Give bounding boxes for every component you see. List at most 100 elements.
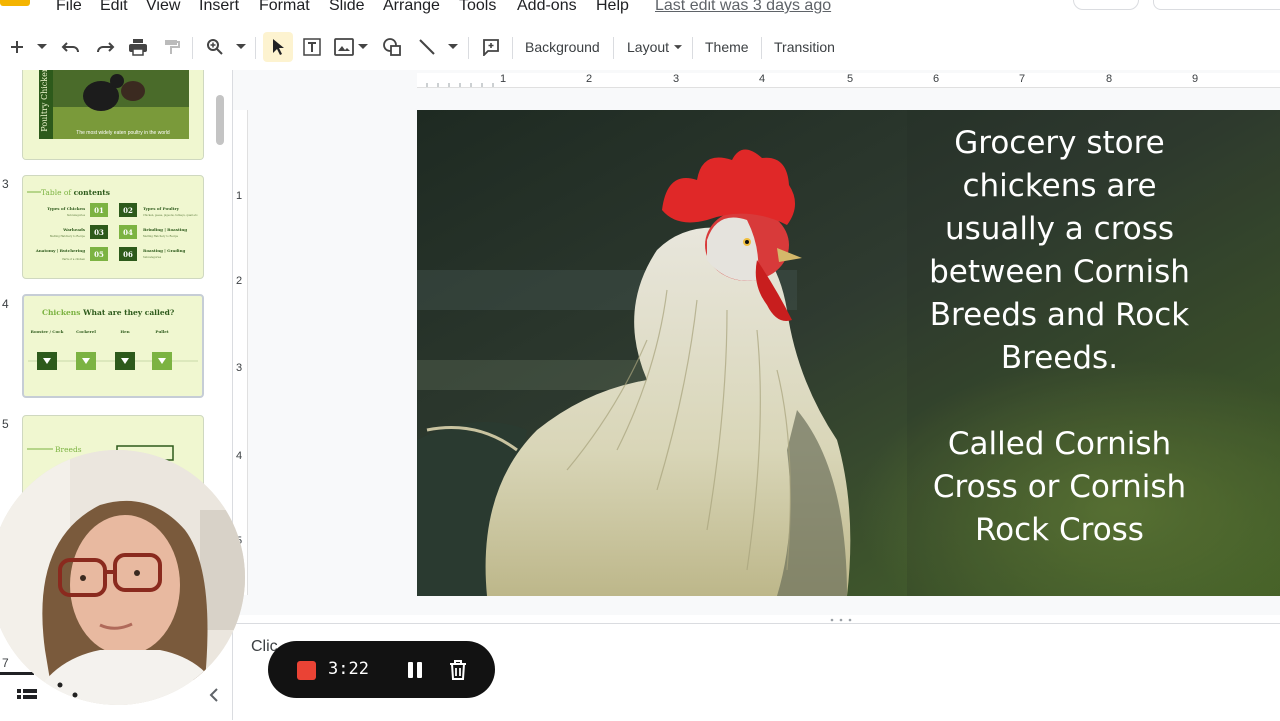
line-icon[interactable] [414,34,440,60]
thumb4-item-1: Rooster / Cock [31,329,64,334]
stop-recording-button[interactable] [297,661,316,680]
notes-resize-handle-icon[interactable] [828,617,854,623]
thumb4-title-rest: What are they called? [80,308,174,317]
slide-number-5: 5 [2,417,9,431]
menu-edit[interactable]: Edit [100,0,128,15]
menu-addons[interactable]: Add-ons [517,0,577,15]
comment-icon[interactable] [478,34,504,60]
background-button[interactable]: Background [525,39,600,55]
menu-view[interactable]: View [146,0,180,15]
layout-dropdown-chevron-icon[interactable] [672,39,684,55]
thumb3-item-2: Types of Poultry [143,206,180,211]
slide-7-indicator [0,672,34,675]
webcam-overlay [0,450,245,705]
thumb3-item-4-sub: Melting Hatchery to Recipe [143,235,179,238]
text-box-icon[interactable] [299,34,325,60]
thumb3-item-3: Warheads [62,227,86,232]
slide-thumbnail-3[interactable]: Table of contents Types of Chicken Warhe… [22,175,204,279]
thumb3-item-3-sub: Melting Hatchery to Recipe [50,235,86,238]
slide-thumbnail-2[interactable]: Poultry Chicken The most widely eaten po… [22,70,204,160]
print-icon[interactable] [125,34,151,60]
thumb3-item-1: Types of Chicken [47,206,85,211]
horizontal-ruler[interactable]: 1 2 3 4 5 6 7 8 9 [417,73,1280,88]
thumb3-item-5-sub: Parts of a chicken [62,258,85,261]
shape-icon[interactable] [379,34,405,60]
present-button[interactable] [1073,0,1139,10]
thumb3-item-5: Anatomy | Butchering [35,248,85,253]
select-icon[interactable] [265,34,291,60]
thumb3-num-04: 04 [123,228,133,237]
filmstrip-scrollbar[interactable] [216,95,224,145]
zoom-dropdown-chevron-icon[interactable] [235,39,247,55]
slide-number-7: 7 [2,656,9,670]
ruler-h-2: 2 [586,73,593,85]
thumb3-num-03: 03 [94,228,104,237]
thumb3-num-05: 05 [94,250,104,259]
redo-icon[interactable] [92,34,118,60]
menu-file[interactable]: File [56,0,82,15]
undo-icon[interactable] [58,34,84,60]
thumb3-item-2-sub: Chicken, geese, pigeons, turkeys, quail … [143,214,198,217]
thumb3-item-6: Roasting | Grading [143,248,185,253]
svg-text:Table of contents: Table of contents [41,188,110,197]
thumb4-item-4: Pullet [155,329,169,334]
ruler-h-5: 5 [847,73,854,85]
menu-format[interactable]: Format [259,0,310,15]
ruler-h-3: 3 [673,73,680,85]
menu-arrange[interactable]: Arrange [383,0,440,15]
collapse-filmstrip-chevron-icon[interactable] [204,684,224,706]
thumb3-num-06: 06 [123,250,133,259]
current-slide[interactable]: Grocery store chickens are usually a cro… [417,110,1280,596]
thumb3-num-01: 01 [94,206,104,215]
ruler-v-3: 3 [236,362,243,374]
thumb4-item-2: Cockerel [76,329,96,334]
add-dropdown-chevron-icon[interactable] [36,39,48,55]
thumb2-caption: The most widely eaten poultry in the wor… [76,130,170,136]
slide-text-line: Breeds. [1000,340,1119,376]
thumb2-title: Poultry Chicken [40,70,49,132]
menu-tools[interactable]: Tools [459,0,496,15]
ruler-h-9: 9 [1192,73,1199,85]
slide-text-line: Rock Cross [975,512,1144,548]
thumb5-title: Breeds [55,445,82,454]
menu-insert[interactable]: Insert [199,0,239,15]
last-edit-link[interactable]: Last edit was 3 days ago [655,0,831,15]
ruler-v-4: 4 [236,450,243,462]
layout-button[interactable]: Layout [627,39,669,55]
thumb3-num-02: 02 [123,206,133,215]
pause-icon[interactable] [403,658,427,682]
thumb4-item-3: Hen [120,329,129,334]
ruler-v-2: 2 [236,275,243,287]
ruler-h-8: 8 [1106,73,1113,85]
vertical-ruler[interactable]: 1 2 3 4 5 [233,110,248,595]
grid-view-icon[interactable] [17,688,37,704]
paint-format-icon[interactable] [158,34,184,60]
recording-timer: 3:22 [328,659,369,679]
thumb3-item-1-sub: Subcategories [67,214,86,217]
slide-text-box[interactable]: Grocery store chickens are usually a cro… [912,122,1207,552]
thumb4-title-accent: Chickens [42,308,80,317]
slide-text-line: chickens are [962,168,1157,204]
slide-thumbnail-4[interactable]: Chickens What are they called? Rooster /… [22,294,204,398]
svg-text:Chickens What are they called?: Chickens What are they called? [42,308,175,317]
slide-number-4: 4 [2,297,9,311]
slide-text-line: between Cornish [929,254,1190,290]
ruler-h-6: 6 [933,73,940,85]
add-icon[interactable] [4,34,30,60]
menu-help[interactable]: Help [596,0,629,15]
ruler-h-1: 1 [500,73,507,85]
slides-logo-icon[interactable] [0,0,30,6]
line-dropdown-chevron-icon[interactable] [447,39,459,55]
zoom-icon[interactable] [202,34,228,60]
delete-recording-icon[interactable] [446,658,470,682]
transition-button[interactable]: Transition [774,39,835,55]
share-button[interactable] [1153,0,1280,10]
slide-text-line: Cross or Cornish [932,469,1187,505]
thumb3-item-6-sub: Subcategories [143,256,162,259]
theme-button[interactable]: Theme [705,39,749,55]
slide-text-line: Grocery store [954,125,1165,161]
menu-slide[interactable]: Slide [329,0,365,15]
image-icon[interactable] [331,34,357,60]
image-dropdown-chevron-icon[interactable] [357,39,369,55]
slide-text-line: Breeds and Rock [929,297,1190,333]
